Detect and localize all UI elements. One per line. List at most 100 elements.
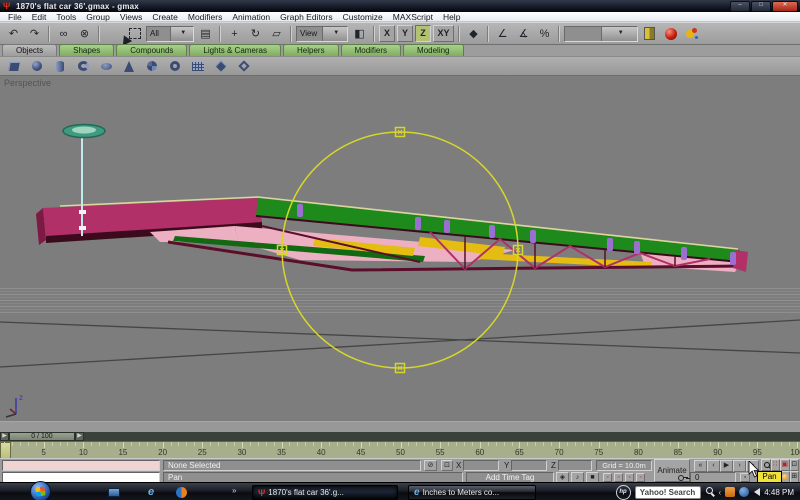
tray-overflow-icon[interactable]: ‹ [719, 488, 722, 497]
go-to-start-button[interactable]: « [694, 460, 707, 472]
restrict-to-y-button[interactable]: Y [397, 25, 413, 42]
taskbar-button-browser[interactable]: e Inches to Meters co... [408, 485, 536, 500]
key-mode-4-icon[interactable]: ◦ [636, 473, 645, 482]
menu-item[interactable]: Graph Editors [275, 12, 337, 22]
chamfer-icon[interactable] [234, 58, 254, 74]
oiltank-icon[interactable] [96, 58, 116, 74]
viewport-canvas[interactable]: z [0, 76, 800, 432]
material-editor-icon[interactable] [661, 24, 680, 43]
quicklaunch-overflow-icon[interactable]: » [232, 486, 236, 495]
zoom-extents-icon[interactable]: ▣ [780, 459, 790, 471]
menu-item[interactable]: Group [81, 12, 115, 22]
sphere-icon[interactable] [27, 58, 47, 74]
selection-lock-icon[interactable]: ⊘ [424, 460, 437, 471]
close-icon[interactable]: ✕ [772, 1, 798, 12]
key-mode-1-icon[interactable]: ◦ [603, 473, 612, 482]
menu-item[interactable]: Create [147, 12, 183, 22]
track-view-icon[interactable] [640, 24, 659, 43]
cone-icon[interactable] [119, 58, 139, 74]
show-desktop-icon[interactable] [108, 488, 120, 497]
chevron-down-icon[interactable]: ▼ [321, 26, 347, 41]
start-button[interactable] [30, 481, 51, 500]
named-selection-sets-dropdown[interactable]: ▼ [564, 25, 638, 42]
absolute-offset-toggle-icon[interactable]: ⊡ [441, 460, 453, 471]
y-coordinate-field[interactable] [511, 460, 547, 471]
select-and-rotate-icon[interactable]: ↻ [246, 24, 265, 43]
box-icon[interactable] [4, 58, 24, 74]
zoom-all-icon[interactable]: ∷ [770, 459, 780, 471]
torus-icon[interactable] [73, 58, 93, 74]
hedra-icon[interactable] [211, 58, 231, 74]
menu-item[interactable]: File [3, 12, 27, 22]
chevron-down-icon[interactable]: ▼ [600, 26, 637, 41]
cylinder-icon[interactable] [50, 58, 70, 74]
percent-snap-icon[interactable]: % [535, 24, 554, 43]
tab[interactable]: Lights & Cameras [189, 44, 281, 56]
menu-item[interactable]: Tools [51, 12, 81, 22]
tab[interactable]: Modeling [403, 44, 464, 56]
menu-item[interactable]: MAXScript [388, 12, 438, 22]
select-and-scale-icon[interactable]: ▱ [267, 24, 286, 43]
previous-frame-slider-icon[interactable]: ◀ [0, 432, 9, 441]
unlink-selection-icon[interactable]: ⊗ [75, 24, 94, 43]
time-slider[interactable]: 0 / 100 [9, 432, 75, 441]
restrict-to-plane-button[interactable]: XY [433, 25, 454, 42]
plane-icon[interactable] [188, 58, 208, 74]
tab[interactable]: Shapes [59, 44, 115, 56]
tray-app-orange-icon[interactable] [725, 487, 736, 497]
select-and-link-icon[interactable]: ∞ [54, 24, 73, 43]
restrict-to-z-button[interactable]: Z [415, 25, 431, 42]
yahoo-search-input[interactable]: Yahoo! Search [634, 485, 701, 499]
play-animation-button[interactable]: ▶ [720, 460, 733, 472]
select-and-manipulate-icon[interactable]: ◆ [464, 24, 483, 43]
maxscript-mini-listener-pink[interactable] [2, 460, 160, 471]
menu-item[interactable]: Animation [227, 12, 275, 22]
internet-explorer-quicklaunch-icon[interactable]: e [144, 486, 158, 498]
tab[interactable]: Helpers [283, 44, 339, 56]
geosphere-icon[interactable] [142, 58, 162, 74]
select-by-name-icon[interactable]: ▤ [196, 24, 215, 43]
menu-item[interactable]: Help [438, 12, 465, 22]
x-coordinate-field[interactable] [463, 460, 499, 471]
volume-icon[interactable] [750, 488, 761, 496]
title-bar[interactable]: Ψ 1870's flat car 36'.gmax - gmax – □ ✕ [0, 0, 800, 12]
restrict-to-x-button[interactable]: X [379, 25, 395, 42]
zoom-icon[interactable] [761, 459, 771, 471]
flatcar-model[interactable] [36, 123, 748, 272]
select-and-move-icon[interactable]: + [225, 24, 244, 43]
perspective-viewport[interactable]: z Perspective [0, 76, 800, 432]
selection-filter-dropdown[interactable]: All ▼ [146, 25, 194, 42]
viewport-label[interactable]: Perspective [4, 78, 51, 88]
z-coordinate-field[interactable] [558, 460, 592, 471]
mirror-icon[interactable]: ◧ [350, 24, 369, 43]
search-icon[interactable] [705, 486, 715, 498]
menu-item[interactable]: Views [115, 12, 148, 22]
minimize-icon[interactable]: – [730, 1, 750, 12]
snap-toggle-icon[interactable]: ∠ [493, 24, 512, 43]
undo-icon[interactable]: ↶ [4, 24, 23, 43]
tray-app-blue-icon[interactable] [739, 487, 750, 497]
media-player-quicklaunch-icon[interactable] [176, 487, 187, 498]
previous-frame-button[interactable]: ‹ [707, 460, 720, 472]
render-icon[interactable] [682, 24, 701, 43]
time-slider-track[interactable]: ◀ 0 / 100 ▶ [0, 432, 800, 441]
angle-snap-icon[interactable]: ∡ [514, 24, 533, 43]
maximize-icon[interactable]: □ [751, 1, 771, 12]
key-mode-3-icon[interactable]: ◦ [625, 473, 634, 482]
tube-icon[interactable] [165, 58, 185, 74]
menu-item[interactable]: Customize [338, 12, 388, 22]
reference-coordinate-system-dropdown[interactable]: View ▼ [296, 25, 348, 42]
tab[interactable]: Modifiers [340, 44, 402, 56]
select-object-icon[interactable] [104, 24, 123, 43]
track-bar[interactable]: 5 10 15 20 25 30 35 40 45 50 55 60 65 70 75 80 85 90 95 100 [0, 441, 800, 459]
chevron-down-icon[interactable]: ▼ [169, 26, 193, 41]
redo-icon[interactable]: ↷ [25, 24, 44, 43]
taskbar-button-gmax[interactable]: Ψ 1870's flat car 36'.g... [252, 485, 398, 500]
next-frame-button[interactable]: › [733, 460, 746, 472]
menu-item[interactable]: Modifiers [183, 12, 227, 22]
ring-array-icon[interactable] [257, 58, 277, 74]
menu-item[interactable]: Edit [27, 12, 52, 22]
key-mode-2-icon[interactable]: ◦ [614, 473, 623, 482]
track-bar-frame-marker[interactable] [0, 442, 11, 459]
tab[interactable]: Objects [2, 44, 58, 56]
